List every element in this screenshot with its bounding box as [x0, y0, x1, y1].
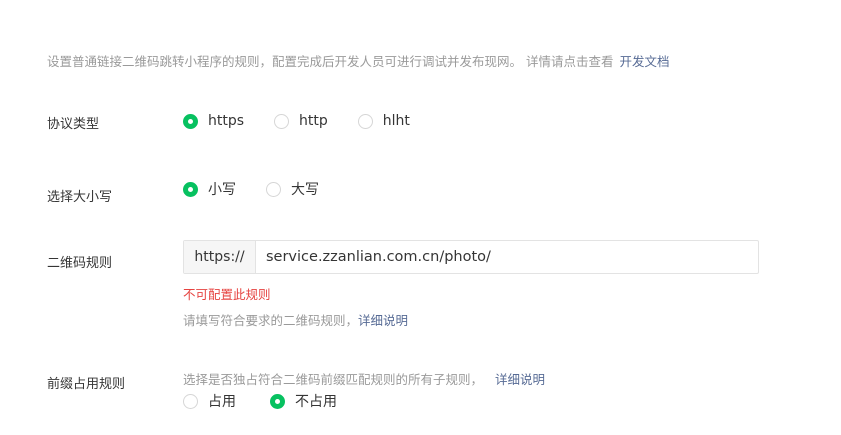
url-prefix: https://: [184, 241, 256, 273]
qr-rule-label: 二维码规则: [47, 256, 113, 271]
radio-lowercase[interactable]: 小写: [183, 179, 236, 199]
radio-unchecked-icon: [357, 113, 373, 129]
radio-unchecked-icon: [266, 181, 281, 197]
radio-uppercase-label: 大写: [291, 182, 319, 198]
radio-https-label: https: [208, 113, 245, 129]
radio-not-occupy[interactable]: 不占用: [270, 391, 337, 411]
prefix-occupy-label: 前缀占用规则: [47, 377, 126, 392]
qr-rule-error: 不可配置此规则: [183, 287, 271, 302]
radio-http-label: http: [299, 113, 328, 129]
prefix-occupy-tip: 选择是否独占符合二维码前缀匹配规则的所有子规则， 详细说明: [183, 369, 545, 388]
page-description: 设置普通链接二维码跳转小程序的规则，配置完成后开发人员可进行调试并发布现网。 详…: [47, 51, 670, 70]
case-label: 选择大小写: [47, 190, 113, 205]
radio-unchecked-icon: [274, 113, 290, 129]
radio-checked-icon: [270, 393, 285, 409]
radio-http[interactable]: http: [274, 113, 328, 129]
radio-unchecked-icon: [183, 393, 198, 409]
case-radio-group: 小写 大写: [183, 179, 349, 199]
prefix-occupy-radio-group: 占用 不占用: [183, 391, 367, 411]
qr-rule-input-group: https://: [183, 240, 759, 274]
qr-rule-input[interactable]: [256, 241, 758, 273]
radio-occupy[interactable]: 占用: [183, 391, 236, 411]
radio-lowercase-label: 小写: [208, 182, 236, 198]
prefix-occupy-detail-link[interactable]: 详细说明: [495, 372, 545, 387]
prefix-occupy-tip-text: 选择是否独占符合二维码前缀匹配规则的所有子规则，: [183, 372, 484, 387]
radio-occupy-label: 占用: [208, 394, 236, 410]
dev-docs-link[interactable]: 开发文档: [619, 54, 669, 69]
qr-rule-tip: 请填写符合要求的二维码规则，详细说明: [183, 310, 408, 329]
protocol-radio-group: https http hlht: [183, 113, 440, 129]
qr-rule-tip-text: 请填写符合要求的二维码规则，: [183, 313, 359, 328]
radio-hlht[interactable]: hlht: [357, 113, 410, 129]
radio-checked-icon: [183, 113, 198, 129]
radio-checked-icon: [183, 181, 198, 197]
radio-https[interactable]: https: [183, 113, 244, 129]
radio-not-occupy-label: 不占用: [295, 394, 337, 410]
radio-uppercase[interactable]: 大写: [266, 179, 319, 199]
description-text: 设置普通链接二维码跳转小程序的规则，配置完成后开发人员可进行调试并发布现网。 详…: [47, 54, 614, 69]
qr-rule-detail-link[interactable]: 详细说明: [358, 313, 408, 328]
protocol-label: 协议类型: [47, 117, 100, 132]
radio-hlht-label: hlht: [382, 113, 410, 129]
